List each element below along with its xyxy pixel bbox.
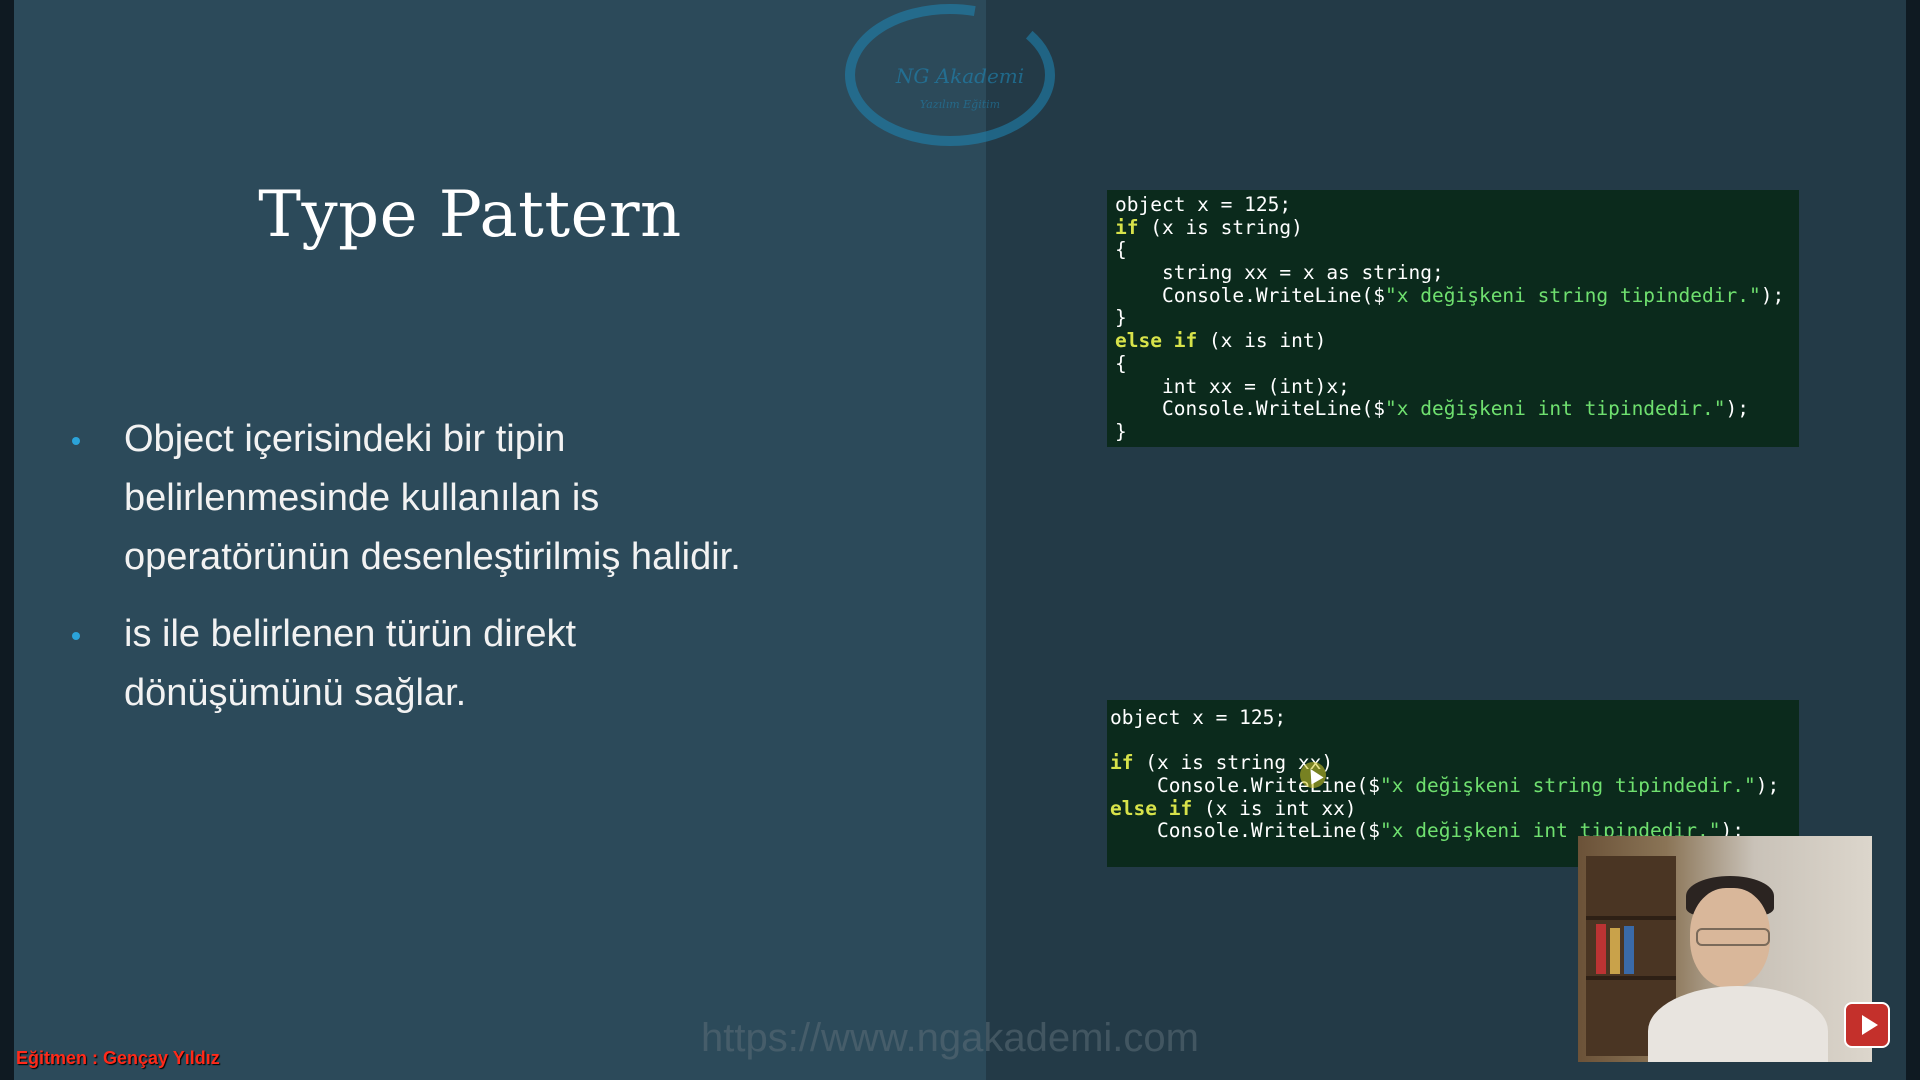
code-text: ); bbox=[1755, 774, 1780, 798]
code-keyword: if bbox=[1110, 751, 1134, 775]
book bbox=[1624, 926, 1634, 974]
code-line: else if (x is int) bbox=[1115, 329, 1799, 353]
shelf-divider bbox=[1586, 976, 1676, 980]
code-line: Console.WriteLine($"x değişkeni string t… bbox=[1115, 283, 1799, 308]
code-text: { bbox=[1115, 351, 1127, 375]
code-text: int xx = (int)x; bbox=[1115, 374, 1350, 398]
bullet-item: Object içerisindeki bir tipin belirlenme… bbox=[72, 410, 852, 587]
code-line: } bbox=[1115, 419, 1799, 444]
bullet-dot-icon bbox=[72, 437, 80, 445]
play-icon bbox=[1862, 1015, 1878, 1035]
bullet-list: Object içerisindeki bir tipin belirlenme… bbox=[72, 410, 852, 741]
code-line: object x = 125; bbox=[1115, 193, 1799, 217]
code-string: "x değişkeni int tipindedir." bbox=[1385, 397, 1726, 421]
code-text: ); bbox=[1760, 283, 1785, 307]
presenter-webcam bbox=[1578, 836, 1872, 1062]
bullet-line: dönüşümünü sağlar. bbox=[124, 672, 467, 714]
code-text: Console.WriteLine($ bbox=[1115, 283, 1386, 307]
url-watermark: https://www.ngakademi.com bbox=[701, 1016, 1199, 1060]
code-text: string xx = x as string; bbox=[1115, 261, 1444, 285]
code-text: { bbox=[1115, 238, 1127, 262]
code-line: } bbox=[1115, 307, 1799, 330]
book bbox=[1596, 924, 1606, 974]
code-keyword: if bbox=[1115, 215, 1139, 239]
code-text: (x is string) bbox=[1138, 215, 1303, 239]
code-line: int xx = (int)x; bbox=[1115, 374, 1799, 399]
code-string: "x değişkeni string tipindedir." bbox=[1385, 283, 1761, 307]
bullet-text: is ile belirlenen türün direkt dönüşümün… bbox=[124, 605, 852, 723]
code-text: object x = 125; bbox=[1110, 706, 1287, 729]
code-text: Console.WriteLine($ bbox=[1110, 819, 1381, 843]
code-line: Console.WriteLine($"x değişkeni int tipi… bbox=[1115, 397, 1799, 421]
bullet-line: Object içerisindeki bir tipin bbox=[124, 418, 566, 460]
code-text: (x is int xx) bbox=[1192, 796, 1357, 820]
shelf-divider bbox=[1586, 916, 1676, 920]
code-line: Console.WriteLine($"x değişkeni string t… bbox=[1110, 774, 1799, 798]
bullet-line: operatörünün desenleştirilmiş halidir. bbox=[124, 536, 741, 578]
logo-text: NG Akademi bbox=[895, 64, 1025, 88]
code-text: Console.WriteLine($ bbox=[1115, 397, 1386, 421]
code-line: { bbox=[1115, 239, 1799, 262]
code-text: (x is int) bbox=[1197, 329, 1327, 353]
bullet-line: belirlenmesinde kullanılan is bbox=[124, 477, 600, 519]
slide-title: Type Pattern bbox=[258, 178, 682, 252]
code-text: Console.WriteLine($ bbox=[1110, 774, 1381, 798]
code-string: "x değişkeni string tipindedir." bbox=[1380, 774, 1756, 798]
bullet-item: is ile belirlenen türün direkt dönüşümün… bbox=[72, 605, 852, 723]
code-line: object x = 125; bbox=[1110, 706, 1799, 730]
bullet-dot-icon bbox=[72, 632, 80, 640]
logo-subtext: Yazılım Eğitim bbox=[919, 98, 1001, 111]
book bbox=[1610, 928, 1620, 974]
code-line: { bbox=[1115, 351, 1799, 376]
code-line: else if (x is int xx) bbox=[1110, 796, 1799, 821]
code-text: } bbox=[1115, 419, 1127, 443]
presenter-body bbox=[1648, 986, 1828, 1062]
code-text: object x = 125; bbox=[1115, 193, 1292, 216]
code-block-classic: object x = 125; if (x is string){ string … bbox=[1107, 190, 1799, 447]
youtube-play-icon[interactable] bbox=[1844, 1002, 1890, 1048]
code-keyword: else if bbox=[1110, 796, 1193, 820]
code-line: if (x is string) bbox=[1115, 215, 1799, 240]
glasses-icon bbox=[1696, 928, 1770, 946]
code-keyword: else if bbox=[1115, 329, 1198, 353]
instructor-label: Eğitmen : Gençay Yıldız bbox=[16, 1048, 220, 1068]
code-text: ); bbox=[1725, 397, 1749, 421]
code-line: if (x is string xx) bbox=[1110, 752, 1799, 775]
code-text: } bbox=[1115, 306, 1127, 330]
bullet-text: Object içerisindeki bir tipin belirlenme… bbox=[124, 410, 852, 587]
bullet-line: is ile belirlenen türün direkt bbox=[124, 613, 577, 655]
code-line: string xx = x as string; bbox=[1115, 261, 1799, 285]
